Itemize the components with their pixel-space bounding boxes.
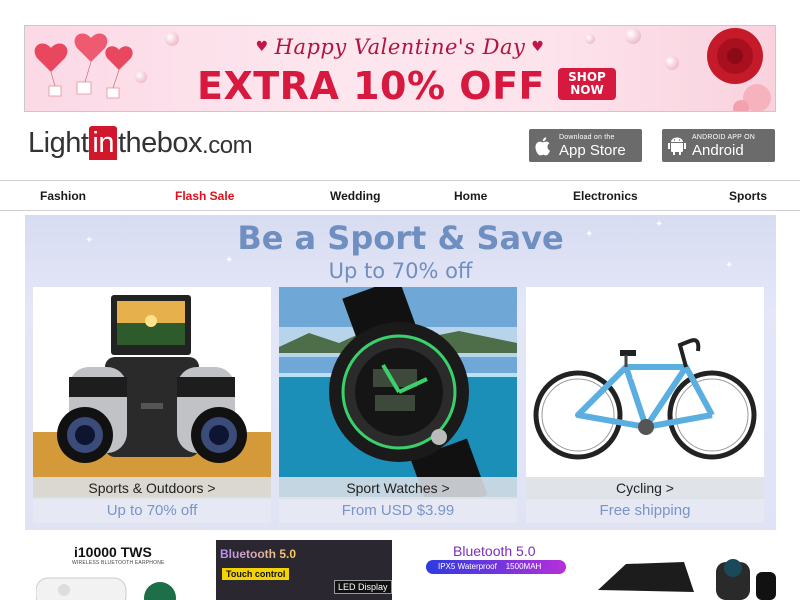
product-feature-b: 1500MAH	[505, 562, 542, 571]
android-small-text: ANDROID APP ON	[692, 133, 755, 141]
product-tile-bluetooth-waterproof[interactable]: Bluetooth 5.0 IPX5 Waterproof 1500MAH	[426, 538, 596, 600]
main-nav: Fashion Flash Sale Wedding Home Electron…	[0, 180, 800, 211]
product-feature-badge: Touch control	[222, 568, 290, 580]
heart-icon: ♥	[531, 39, 545, 55]
product-banner-row: i10000 TWS WIRELESS BLUETOOTH EARPHONE B…	[0, 538, 800, 600]
category-label: Sports & Outdoors >	[33, 477, 271, 499]
product-title: Bluetooth 5.0	[220, 547, 297, 561]
logo-text-thebox: thebox	[117, 127, 203, 159]
category-card-sports-outdoors[interactable]: Sports & Outdoors > Up to 70% off	[33, 287, 271, 527]
category-label: Sport Watches >	[279, 477, 517, 499]
sport-promo-section: ✦ ✦ ✦ ✦ ✦ Be a Sport & Save Up to 70% of…	[25, 215, 776, 530]
product-title: i10000 TWS	[74, 544, 152, 560]
app-store-button[interactable]: Download on the App Store	[529, 129, 642, 162]
heart-icon: ♥	[255, 39, 269, 55]
logo-text-in: in	[89, 126, 117, 160]
site-logo[interactable]: Light in thebox .com	[28, 124, 253, 160]
product-subtitle: WIRELESS BLUETOOTH EARPHONE	[72, 560, 165, 566]
promo-banner[interactable]: ♥ Happy Valentine's Day ♥ EXTRA 10% OFF SH…	[24, 25, 776, 112]
discount-headline: EXTRA 10% OFF	[197, 64, 545, 108]
pearl-decoration	[135, 71, 147, 83]
binoculars-camera-icon	[33, 287, 271, 497]
earbuds-charging-case-icon	[598, 559, 776, 600]
app-store-small-text: Download on the	[559, 133, 615, 141]
sport-title: Be a Sport & Save	[237, 219, 564, 257]
category-subtext: Free shipping	[526, 499, 764, 523]
earphone-case-icon	[36, 577, 176, 600]
category-card-sport-watches[interactable]: Sport Watches > From USD $3.99	[279, 287, 517, 527]
svg-text:speed: speed	[632, 371, 660, 382]
shop-now-line2: NOW	[570, 83, 604, 97]
logo-text-com: .com	[202, 132, 253, 159]
shop-now-button[interactable]: SHOP NOW	[558, 68, 616, 100]
product-tile-bluetooth-led[interactable]: Bluetooth 5.0 Touch control LED Display	[216, 540, 392, 600]
category-subtext: Up to 70% off	[33, 499, 271, 523]
android-label: Android	[692, 141, 744, 159]
nav-item-electronics[interactable]: Electronics	[573, 189, 638, 203]
category-label: Cycling >	[526, 477, 764, 499]
apple-icon	[529, 136, 559, 156]
page: ♥ Happy Valentine's Day ♥ EXTRA 10% OFF SH…	[0, 0, 800, 600]
nav-item-fashion[interactable]: Fashion	[40, 189, 86, 203]
product-feature-pill: IPX5 Waterproof 1500MAH	[426, 560, 566, 574]
nav-item-flash-sale[interactable]: Flash Sale	[175, 189, 234, 203]
greeting-text: Happy Valentine's Day	[274, 35, 526, 59]
road-bike-icon: speed	[526, 287, 764, 497]
sport-watch-icon	[279, 287, 517, 497]
category-subtext: From USD $3.99	[279, 499, 517, 523]
logo-text-light: Light	[28, 127, 89, 159]
valentines-greeting: ♥ Happy Valentine's Day ♥	[25, 35, 775, 59]
product-tile-earphones[interactable]: i10000 TWS WIRELESS BLUETOOTH EARPHONE	[36, 538, 196, 600]
product-feature-badge: LED Display	[334, 580, 392, 594]
product-title: Bluetooth 5.0	[453, 543, 536, 559]
android-app-button[interactable]: ANDROID APP ON Android	[662, 129, 775, 162]
sport-subtitle: Up to 70% off	[328, 259, 473, 283]
nav-item-home[interactable]: Home	[454, 189, 487, 203]
android-icon	[662, 136, 692, 156]
category-card-cycling[interactable]: speed Cycling > Free shipping	[526, 287, 764, 527]
product-feature-a: IPX5 Waterproof	[438, 562, 497, 571]
nav-item-sports[interactable]: Sports	[729, 189, 767, 203]
app-store-label: App Store	[559, 141, 626, 159]
nav-item-wedding[interactable]: Wedding	[330, 189, 380, 203]
